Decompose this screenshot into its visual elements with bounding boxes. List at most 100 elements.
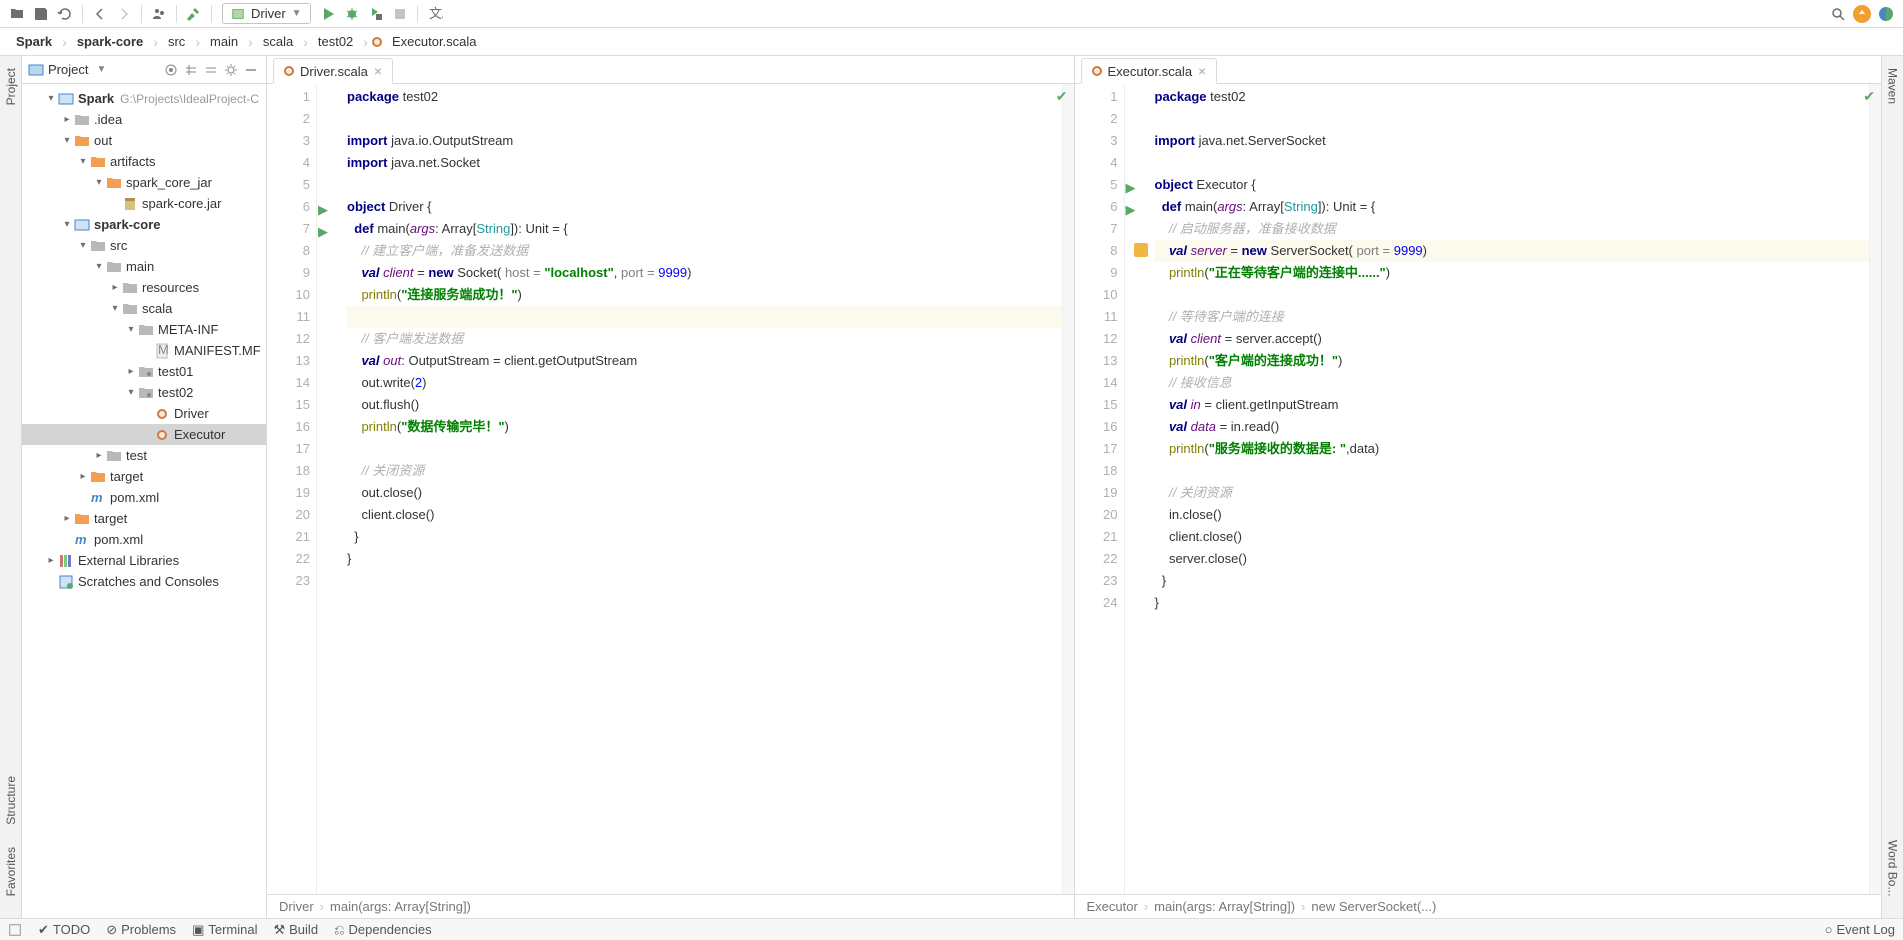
code-line[interactable]: // 接收信息 — [1155, 372, 1870, 394]
code-line[interactable]: out.close() — [347, 482, 1062, 504]
tree-arrow-icon[interactable]: ▸ — [124, 366, 138, 377]
close-tab-icon[interactable]: × — [374, 63, 382, 79]
code-line[interactable]: // 关闭资源 — [1155, 482, 1870, 504]
tree-row-resources[interactable]: ▸resources — [22, 277, 266, 298]
tree-row-driver[interactable]: Driver — [22, 403, 266, 424]
tree-arrow-icon[interactable]: ▾ — [92, 177, 106, 188]
tree-row-spark-core-jar[interactable]: spark-core.jar — [22, 193, 266, 214]
code-line[interactable]: println("数据传输完毕！") — [347, 416, 1062, 438]
editor-tab[interactable]: Driver.scala× — [273, 58, 393, 84]
chevron-down-icon[interactable]: ▼ — [96, 64, 106, 75]
tree-arrow-icon[interactable]: ▾ — [124, 387, 138, 398]
code-line[interactable]: val client = server.accept() — [1155, 328, 1870, 350]
run-gutter-icon[interactable]: ▶ — [318, 199, 328, 221]
tree-arrow-icon[interactable]: ▸ — [76, 471, 90, 482]
statusbar-menu-icon[interactable] — [8, 923, 22, 937]
editor-body[interactable]: 12345▶6▶78910111213141516171819202122232… — [1075, 84, 1882, 894]
code-line[interactable]: out.flush() — [347, 394, 1062, 416]
code-line[interactable]: import java.io.OutputStream — [347, 130, 1062, 152]
gutter[interactable]: 12345▶6▶78910111213141516171819202122232… — [1075, 84, 1125, 894]
tree-row-meta-inf[interactable]: ▾META-INF — [22, 319, 266, 340]
run-gutter-icon[interactable]: ▶ — [318, 221, 328, 243]
code-line[interactable]: in.close() — [1155, 504, 1870, 526]
run-configuration-dropdown[interactable]: Driver ▼ — [222, 3, 311, 24]
code-line[interactable]: def main(args: Array[String]): Unit = { — [1155, 196, 1870, 218]
code-area[interactable]: package test02 import java.io.OutputStre… — [337, 84, 1062, 894]
toolwindow-maven[interactable]: Maven — [1886, 62, 1900, 110]
code-line[interactable]: def main(args: Array[String]): Unit = { — [347, 218, 1062, 240]
tree-row-src[interactable]: ▾src — [22, 235, 266, 256]
toolwindow-project[interactable]: Project — [4, 62, 18, 111]
tree-arrow-icon[interactable]: ▾ — [44, 93, 58, 104]
tree-row-test02[interactable]: ▾test02 — [22, 382, 266, 403]
stop-icon[interactable] — [389, 3, 411, 25]
tree-row-scala[interactable]: ▾scala — [22, 298, 266, 319]
editor-crumb[interactable]: Driver — [279, 899, 314, 914]
tree-row-executor[interactable]: Executor — [22, 424, 266, 445]
crumb-0[interactable]: Spark — [10, 32, 58, 51]
expand-all-icon[interactable] — [182, 59, 200, 81]
code-line[interactable]: println("服务端接收的数据是: ",data) — [1155, 438, 1870, 460]
settings-gear-icon[interactable] — [222, 59, 240, 81]
code-line[interactable] — [347, 108, 1062, 130]
code-line[interactable] — [347, 306, 1062, 328]
toolwindow-structure[interactable]: Structure — [4, 770, 18, 831]
code-line[interactable] — [1155, 284, 1870, 306]
tree-arrow-icon[interactable]: ▾ — [108, 303, 122, 314]
toolwindow-favorites[interactable]: Favorites — [4, 841, 18, 902]
run-with-coverage-icon[interactable] — [365, 3, 387, 25]
crumb-6[interactable]: Executor.scala — [386, 32, 483, 51]
code-line[interactable]: import java.net.ServerSocket — [1155, 130, 1870, 152]
toolwindow-todo[interactable]: ✔ TODO — [38, 922, 90, 938]
code-line[interactable]: val out: OutputStream = client.getOutput… — [347, 350, 1062, 372]
code-area[interactable]: package test02 import java.net.ServerSoc… — [1145, 84, 1870, 894]
code-line[interactable]: val server = new ServerSocket( port = 99… — [1155, 240, 1870, 262]
tree-arrow-icon[interactable]: ▸ — [92, 450, 106, 461]
tree-row-spark-core[interactable]: ▾spark-core — [22, 214, 266, 235]
save-icon[interactable] — [30, 3, 52, 25]
close-tab-icon[interactable]: × — [1198, 63, 1206, 79]
editor-crumb[interactable]: new ServerSocket(...) — [1311, 899, 1436, 914]
project-tree[interactable]: ▾SparkG:\Projects\IdealProject-C▸.idea▾o… — [22, 84, 266, 918]
debug-icon[interactable] — [341, 3, 363, 25]
tree-row-external-libraries[interactable]: ▸External Libraries — [22, 550, 266, 571]
tree-arrow-icon[interactable]: ▾ — [60, 135, 74, 146]
code-line[interactable]: val client = new Socket( host = "localho… — [347, 262, 1062, 284]
code-line[interactable] — [347, 438, 1062, 460]
code-line[interactable]: // 关闭资源 — [347, 460, 1062, 482]
toolwindow-build[interactable]: ⚒ Build — [273, 922, 318, 938]
editor-tab[interactable]: Executor.scala× — [1081, 58, 1218, 84]
collapse-all-icon[interactable] — [202, 59, 220, 81]
tree-row-main[interactable]: ▾main — [22, 256, 266, 277]
select-opened-file-icon[interactable] — [162, 59, 180, 81]
crumb-1[interactable]: spark-core — [71, 32, 149, 51]
tree-arrow-icon[interactable]: ▸ — [60, 513, 74, 524]
code-line[interactable]: out.write(2) — [347, 372, 1062, 394]
tree-arrow-icon[interactable]: ▾ — [124, 324, 138, 335]
code-line[interactable]: } — [1155, 592, 1870, 614]
run-gutter-icon[interactable]: ▶ — [1126, 177, 1136, 199]
code-line[interactable]: val data = in.read() — [1155, 416, 1870, 438]
code-line[interactable] — [347, 570, 1062, 592]
toolwindow-word[interactable]: Word Bo... — [1886, 834, 1900, 902]
run-gutter-icon[interactable]: ▶ — [1126, 199, 1136, 221]
toolwindow-problems[interactable]: ⊘ Problems — [106, 922, 176, 938]
code-line[interactable]: package test02 — [347, 86, 1062, 108]
code-line[interactable]: object Driver { — [347, 196, 1062, 218]
editor-crumb[interactable]: main(args: Array[String]) — [330, 899, 471, 914]
translate-icon[interactable]: 文A — [424, 3, 446, 25]
tree-arrow-icon[interactable]: ▾ — [76, 240, 90, 251]
code-line[interactable]: client.close() — [1155, 526, 1870, 548]
code-line[interactable]: // 客户端发送数据 — [347, 328, 1062, 350]
refresh-icon[interactable] — [54, 3, 76, 25]
analysis-ok-icon[interactable]: ✔ — [1056, 88, 1068, 105]
build-hammer-icon[interactable] — [183, 3, 205, 25]
tree-arrow-icon[interactable]: ▸ — [108, 282, 122, 293]
tree-row-scratches-and-consoles[interactable]: Scratches and Consoles — [22, 571, 266, 592]
tree-row-target[interactable]: ▸target — [22, 466, 266, 487]
code-line[interactable]: object Executor { — [1155, 174, 1870, 196]
code-line[interactable]: // 等待客户端的连接 — [1155, 306, 1870, 328]
tree-row-spark-core-jar[interactable]: ▾spark_core_jar — [22, 172, 266, 193]
tree-row-test01[interactable]: ▸test01 — [22, 361, 266, 382]
hide-icon[interactable] — [242, 59, 260, 81]
